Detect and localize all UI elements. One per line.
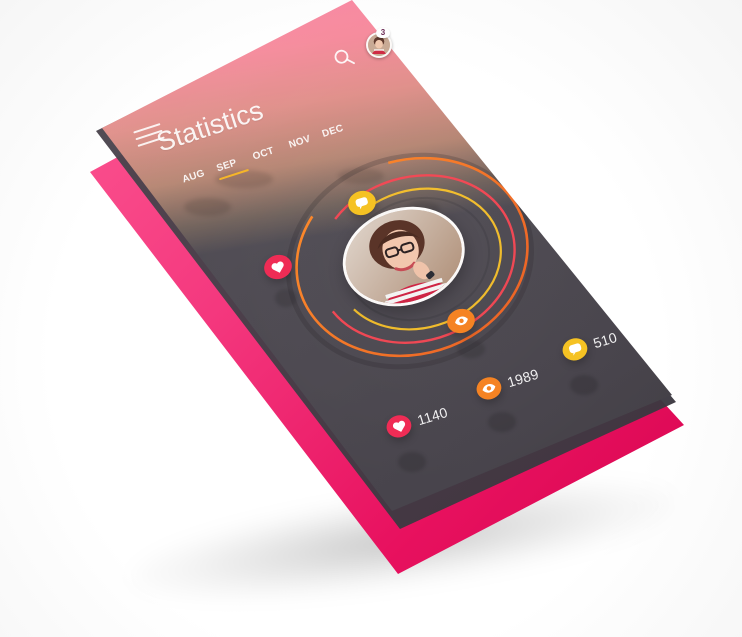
heart-icon [271, 261, 284, 273]
shadow-dot [457, 340, 485, 358]
screen-stage: 3 Statistics AUG SEP OCT NOV DEC 1140 19… [0, 0, 742, 637]
comments-count: 510 [591, 328, 619, 352]
heart-icon-glyph [392, 420, 405, 432]
blur-shape [338, 168, 384, 184]
shadow-dot [275, 289, 297, 307]
blur-shape [184, 198, 231, 216]
shadow-dot [488, 412, 516, 432]
avatar[interactable] [366, 32, 392, 58]
eye-icon [454, 316, 468, 326]
eye-icon-glyph [482, 383, 496, 393]
chat-bubble-icon-glyph [568, 343, 581, 356]
chat-bubble-icon [355, 197, 368, 210]
avatar-image [368, 34, 390, 56]
shadow-dot [570, 375, 598, 395]
shadow-dot [398, 452, 426, 472]
